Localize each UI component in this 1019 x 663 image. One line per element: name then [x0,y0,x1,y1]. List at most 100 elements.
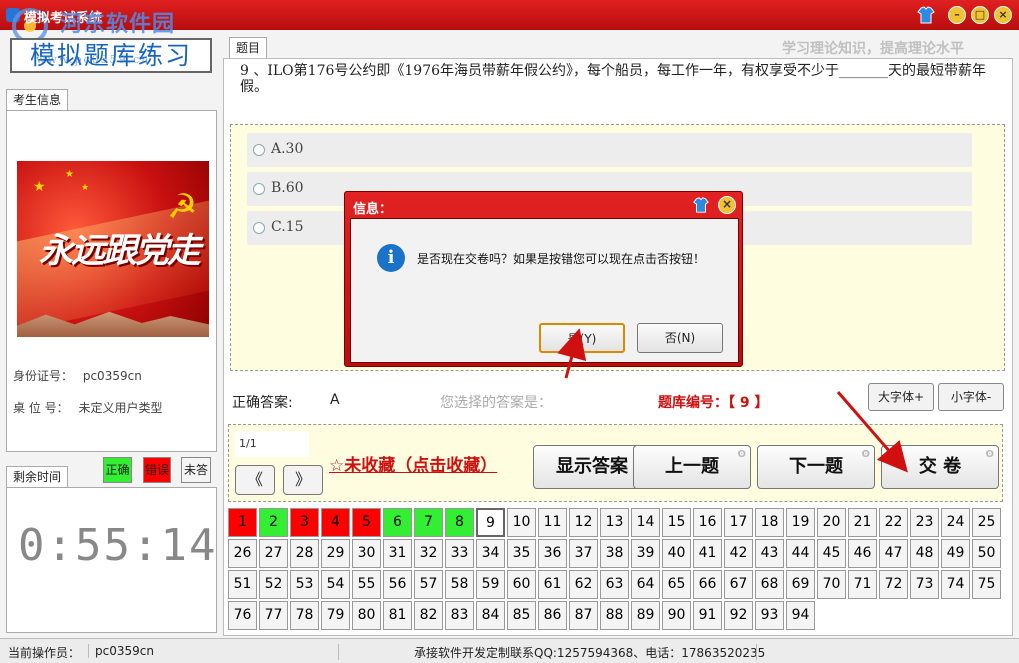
next-page-button[interactable]: 》 [283,465,323,495]
question-number-cell[interactable]: 77 [259,601,288,630]
question-number-cell[interactable]: 34 [476,539,505,568]
question-number-cell[interactable]: 23 [910,508,939,537]
question-number-cell[interactable]: 58 [445,570,474,599]
question-number-cell[interactable]: 47 [879,539,908,568]
question-number-cell[interactable]: 83 [445,601,474,630]
question-number-cell[interactable]: 45 [817,539,846,568]
question-number-cell[interactable]: 81 [383,601,412,630]
question-number-cell[interactable]: 68 [755,570,784,599]
question-number-cell[interactable]: 48 [910,539,939,568]
question-number-cell[interactable]: 15 [662,508,691,537]
question-number-cell[interactable]: 89 [631,601,660,630]
question-number-cell[interactable]: 21 [848,508,877,537]
question-number-cell[interactable]: 55 [352,570,381,599]
question-number-cell[interactable]: 62 [569,570,598,599]
question-number-cell[interactable]: 33 [445,539,474,568]
prev-page-button[interactable]: 《 [235,465,275,495]
minimize-button[interactable]: – [948,6,966,24]
larger-font-button[interactable]: 大字体+ [868,383,934,411]
question-number-cell[interactable]: 9 [476,508,505,537]
question-number-cell[interactable]: 10 [507,508,536,537]
submit-exam-button[interactable]: 交 卷 [881,434,999,489]
question-number-cell[interactable]: 11 [538,508,567,537]
question-number-cell[interactable]: 93 [755,601,784,630]
question-number-cell[interactable]: 65 [662,570,691,599]
tab-question[interactable]: 题目 [229,37,268,59]
question-number-cell[interactable]: 73 [910,570,939,599]
question-number-cell[interactable]: 18 [755,508,784,537]
question-number-cell[interactable]: 40 [662,539,691,568]
question-number-cell[interactable]: 51 [228,570,257,599]
question-number-cell[interactable]: 74 [941,570,970,599]
question-number-cell[interactable]: 76 [228,601,257,630]
question-number-cell[interactable]: 24 [941,508,970,537]
question-number-cell[interactable]: 41 [693,539,722,568]
question-number-cell[interactable]: 6 [383,508,412,537]
question-number-cell[interactable]: 1 [228,508,257,537]
tab-remaining-time[interactable]: 剩余时间 [6,466,69,488]
question-number-cell[interactable]: 29 [321,539,350,568]
question-number-cell[interactable]: 30 [352,539,381,568]
favorite-link[interactable]: ☆未收藏（点击收藏） [329,451,497,476]
question-number-cell[interactable]: 84 [476,601,505,630]
question-number-cell[interactable]: 27 [259,539,288,568]
question-number-cell[interactable]: 42 [724,539,753,568]
dialog-no-button[interactable]: 否(N) [637,323,723,353]
smaller-font-button[interactable]: 小字体- [938,383,1004,411]
previous-question-button[interactable]: 上一题 [633,434,751,489]
question-number-cell[interactable]: 92 [724,601,753,630]
question-number-cell[interactable]: 90 [662,601,691,630]
question-number-cell[interactable]: 57 [414,570,443,599]
question-number-cell[interactable]: 20 [817,508,846,537]
question-number-cell[interactable]: 31 [383,539,412,568]
question-number-cell[interactable]: 43 [755,539,784,568]
question-number-cell[interactable]: 63 [600,570,629,599]
question-number-cell[interactable]: 60 [507,570,536,599]
question-number-cell[interactable]: 52 [259,570,288,599]
question-number-cell[interactable]: 53 [290,570,319,599]
question-number-cell[interactable]: 94 [786,601,815,630]
question-number-cell[interactable]: 59 [476,570,505,599]
option-a[interactable]: A.30 [247,133,972,167]
question-number-cell[interactable]: 13 [600,508,629,537]
question-number-cell[interactable]: 4 [321,508,350,537]
dialog-skin-icon[interactable] [692,196,710,214]
question-number-cell[interactable]: 50 [972,539,1001,568]
question-number-cell[interactable]: 35 [507,539,536,568]
question-number-cell[interactable]: 7 [414,508,443,537]
question-number-cell[interactable]: 56 [383,570,412,599]
question-number-cell[interactable]: 69 [786,570,815,599]
question-number-cell[interactable]: 19 [786,508,815,537]
question-number-cell[interactable]: 85 [507,601,536,630]
question-number-cell[interactable]: 36 [538,539,567,568]
question-number-cell[interactable]: 72 [879,570,908,599]
dialog-close-button[interactable]: × [718,196,736,214]
question-number-cell[interactable]: 71 [848,570,877,599]
question-number-cell[interactable]: 87 [569,601,598,630]
question-number-cell[interactable]: 49 [941,539,970,568]
question-number-cell[interactable]: 78 [290,601,319,630]
question-number-cell[interactable]: 44 [786,539,815,568]
question-number-cell[interactable]: 67 [724,570,753,599]
question-number-cell[interactable]: 32 [414,539,443,568]
option-c-radio[interactable] [253,222,265,234]
question-number-cell[interactable]: 82 [414,601,443,630]
close-button[interactable]: × [994,6,1012,24]
question-number-cell[interactable]: 39 [631,539,660,568]
question-number-cell[interactable]: 28 [290,539,319,568]
question-number-cell[interactable]: 3 [290,508,319,537]
tab-student-info[interactable]: 考生信息 [6,89,69,111]
question-number-cell[interactable]: 61 [538,570,567,599]
question-number-cell[interactable]: 37 [569,539,598,568]
question-number-cell[interactable]: 38 [600,539,629,568]
question-number-cell[interactable]: 14 [631,508,660,537]
question-number-cell[interactable]: 26 [228,539,257,568]
question-number-cell[interactable]: 86 [538,601,567,630]
skin-icon[interactable] [916,5,936,25]
question-number-cell[interactable]: 2 [259,508,288,537]
question-number-cell[interactable]: 8 [445,508,474,537]
option-b-radio[interactable] [253,183,265,195]
dialog-yes-button[interactable]: 是(Y) [539,323,625,353]
question-number-cell[interactable]: 16 [693,508,722,537]
question-number-cell[interactable]: 64 [631,570,660,599]
